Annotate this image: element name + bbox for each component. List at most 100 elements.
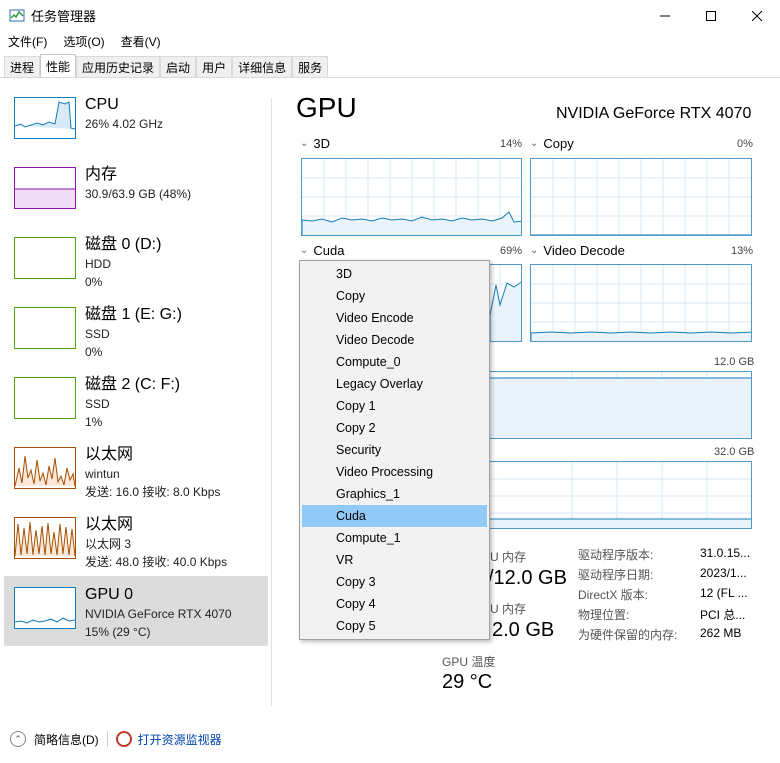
info-key: 驱动程序版本: (578, 548, 654, 562)
cpu-thumbnail (14, 97, 76, 139)
info-key: 为硬件保留的内存: (578, 628, 678, 642)
sidebar-item-ethernet-wintun[interactable]: 以太网 wintun 发送: 16.0 接收: 8.0 Kbps (4, 436, 268, 506)
graph-video-decode-selector[interactable]: ⌄ Video Decode (530, 243, 625, 258)
sidebar-gpu0-line1: NVIDIA GeForce RTX 4070 (85, 607, 232, 621)
dropdown-item-video-processing[interactable]: Video Processing (302, 461, 487, 483)
sidebar-gpu0-name: GPU 0 (85, 586, 134, 603)
tab-details[interactable]: 详细信息 (232, 56, 293, 78)
graph-3d-selector[interactable]: ⌄ 3D (300, 136, 330, 151)
tab-startup[interactable]: 启动 (160, 56, 197, 78)
ethernet3-thumbnail (14, 517, 76, 559)
resource-sidebar: CPU 26% 4.02 GHz 内存 30.9/63.9 GB (48%) 磁… (4, 86, 268, 646)
sidebar-item-cpu[interactable]: CPU 26% 4.02 GHz (4, 86, 268, 156)
dedicated-mem-max: 12.0 GB (714, 356, 755, 368)
resource-monitor-icon (115, 731, 132, 747)
dropdown-item-vr[interactable]: VR (302, 549, 487, 571)
dedicated-mem-value: /12.0 GB (488, 567, 567, 589)
graph-video-decode-pct: 13% (731, 245, 754, 257)
sidebar-item-gpu0[interactable]: GPU 0 NVIDIA GeForce RTX 4070 15% (29 °C… (4, 576, 268, 646)
sidebar-disk0-line2: 0% (85, 275, 103, 289)
sidebar-ethernet1-name: 以太网 (85, 446, 134, 463)
tab-users[interactable]: 用户 (196, 56, 233, 78)
dropdown-item-copy-5[interactable]: Copy 5 (302, 615, 487, 637)
disk0-thumbnail (14, 237, 76, 279)
close-button[interactable] (734, 0, 780, 31)
maximize-button[interactable] (688, 0, 734, 31)
disk1-thumbnail (14, 307, 76, 349)
maximize-icon (706, 10, 716, 21)
sidebar-memory-name: 内存 (85, 166, 118, 183)
tab-app-history[interactable]: 应用历史记录 (76, 56, 161, 78)
graph-copy-label: Copy (543, 136, 574, 151)
engine-dropdown-menu: 3D Copy Video Encode Video Decode Comput… (299, 260, 490, 640)
info-value: 262 MB (700, 626, 742, 640)
dropdown-item-cuda[interactable]: Cuda (302, 505, 487, 527)
close-icon (752, 10, 762, 21)
footer-bar: ⌃ 简略信息(D) 打开资源监视器 (0, 722, 780, 756)
graph-cuda-label: Cuda (313, 243, 345, 258)
chevron-down-icon: ⌄ (530, 245, 539, 256)
graph-cuda-selector[interactable]: ⌄ Cuda (300, 243, 344, 258)
title-bar: 任务管理器 (0, 0, 780, 31)
tab-divider (0, 77, 780, 78)
sidebar-item-memory[interactable]: 内存 30.9/63.9 GB (48%) (4, 156, 268, 226)
gpu-model-name: NVIDIA GeForce RTX 4070 (556, 105, 752, 122)
dropdown-item-compute-0[interactable]: Compute_0 (302, 351, 487, 373)
info-row: 驱动程序版本: 31.0.15... (578, 546, 750, 566)
ethernet-wintun-thumbnail (14, 447, 76, 489)
sidebar-item-disk0[interactable]: 磁盘 0 (D:) HDD 0% (4, 226, 268, 296)
info-value: 12 (FL ... (700, 586, 748, 600)
info-value: 31.0.15... (700, 546, 751, 560)
dropdown-item-copy-3[interactable]: Copy 3 (302, 571, 487, 593)
sidebar-disk1-line1: SSD (85, 327, 110, 341)
sidebar-item-disk2[interactable]: 磁盘 2 (C: F:) SSD 1% (4, 366, 268, 436)
dropdown-item-copy-1[interactable]: Copy 1 (302, 395, 487, 417)
sidebar-disk1-line2: 0% (85, 345, 103, 359)
tab-services[interactable]: 服务 (292, 56, 329, 78)
graph-video-decode-label: Video Decode (543, 243, 625, 258)
dropdown-item-legacy-overlay[interactable]: Legacy Overlay (302, 373, 487, 395)
sidebar-item-ethernet-3[interactable]: 以太网 以太网 3 发送: 48.0 接收: 40.0 Kbps (4, 506, 268, 576)
graph-3d-label: 3D (313, 136, 331, 151)
tab-processes[interactable]: 进程 (4, 56, 41, 78)
disk2-thumbnail (14, 377, 76, 419)
info-row: 为硬件保留的内存: 262 MB (578, 626, 750, 646)
shared-mem-value: 2.0 GB (492, 619, 555, 641)
dropdown-item-copy-4[interactable]: Copy 4 (302, 593, 487, 615)
sidebar-divider (271, 98, 272, 706)
chevron-down-icon: ⌄ (300, 245, 309, 256)
task-manager-icon (9, 9, 25, 21)
menu-options[interactable]: 选项(O) (63, 33, 104, 50)
graph-copy-pct: 0% (737, 138, 753, 150)
minimize-button[interactable] (642, 0, 688, 31)
open-resource-monitor-link[interactable]: 打开资源监视器 (138, 731, 222, 748)
sidebar-cpu-line1: 26% 4.02 GHz (85, 117, 164, 131)
dedicated-mem-label: U 内存 (490, 550, 527, 564)
menu-bar: 文件(F) 选项(O) 查看(V) (0, 31, 780, 51)
dropdown-item-compute-1[interactable]: Compute_1 (302, 527, 487, 549)
info-row: DirectX 版本: 12 (FL ... (578, 586, 750, 606)
menu-file[interactable]: 文件(F) (8, 33, 47, 50)
sidebar-item-disk1[interactable]: 磁盘 1 (E: G:) SSD 0% (4, 296, 268, 366)
dropdown-item-video-decode[interactable]: Video Decode (302, 329, 487, 351)
dropdown-item-security[interactable]: Security (302, 439, 487, 461)
dropdown-item-copy-2[interactable]: Copy 2 (302, 417, 487, 439)
info-value: 2023/1... (700, 566, 747, 580)
shared-mem-max: 32.0 GB (714, 446, 755, 458)
dropdown-item-copy[interactable]: Copy (302, 285, 487, 307)
dropdown-item-3d[interactable]: 3D (302, 263, 487, 285)
graph-copy-selector[interactable]: ⌄ Copy (530, 136, 574, 151)
sidebar-cpu-name: CPU (85, 96, 119, 113)
sidebar-disk2-line2: 1% (85, 415, 103, 429)
graph-copy (530, 158, 752, 236)
dropdown-item-graphics-1[interactable]: Graphics_1 (302, 483, 487, 505)
footer-separator (106, 731, 108, 747)
sidebar-disk0-name: 磁盘 0 (D:) (85, 236, 162, 253)
menu-view[interactable]: 查看(V) (121, 33, 161, 50)
graph-3d (301, 158, 522, 236)
tab-performance[interactable]: 性能 (40, 54, 77, 78)
sidebar-disk1-name: 磁盘 1 (E: G:) (85, 306, 182, 323)
dropdown-item-video-encode[interactable]: Video Encode (302, 307, 487, 329)
graph-video-decode (530, 264, 752, 342)
brief-details-link[interactable]: 简略信息(D) (34, 731, 99, 748)
